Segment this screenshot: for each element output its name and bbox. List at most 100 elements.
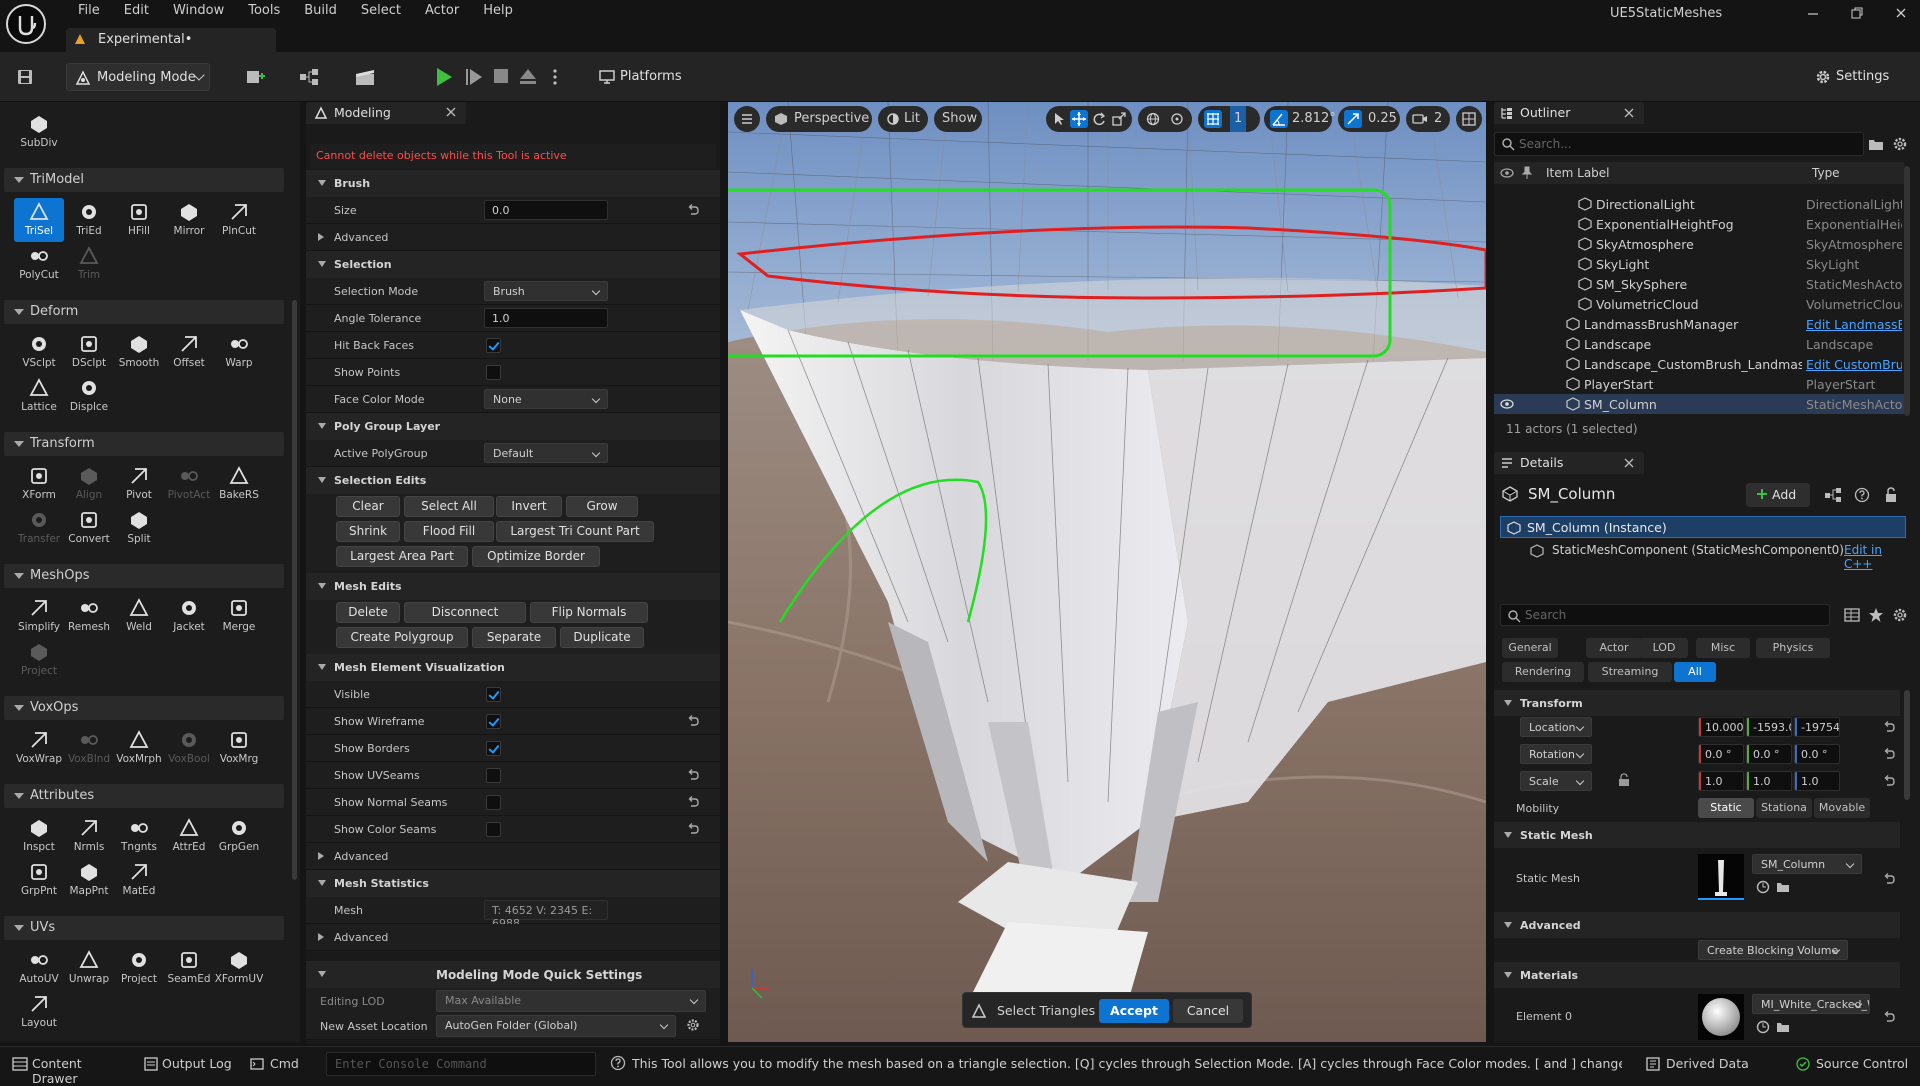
lit-button[interactable]: Lit (878, 106, 928, 132)
edit-action-button[interactable]: Separate (472, 627, 556, 648)
quick-settings-header[interactable]: Modeling Mode Quick Settings (306, 961, 720, 988)
menu-build[interactable]: Build (292, 3, 349, 18)
property-checkbox[interactable] (486, 822, 501, 837)
add-actor-icon[interactable] (244, 66, 266, 88)
palette-section-header[interactable]: Transform (4, 432, 284, 456)
tool-xform[interactable]: XForm (14, 462, 64, 506)
tool-nrmls[interactable]: Nrmls (64, 814, 114, 858)
edit-cpp-link[interactable]: Edit in C++ (1844, 543, 1906, 571)
surface-snap-icon[interactable] (1170, 112, 1184, 126)
transform-x-input[interactable]: 0.0 ° (1698, 744, 1744, 764)
outliner-row-skyatmosphere[interactable]: SkyAtmosphere SkyAtmosphere (1494, 234, 1904, 254)
modeling-tab[interactable]: Modeling (306, 102, 466, 124)
show-button[interactable]: Show (934, 106, 982, 132)
property-dropdown[interactable]: None (484, 389, 608, 409)
blueprint-icon[interactable] (298, 66, 320, 88)
outliner-row-skylight[interactable]: SkyLight SkyLight (1494, 254, 1904, 274)
transform-z-input[interactable]: 1.0 (1794, 771, 1840, 791)
rotate-icon[interactable] (1092, 112, 1106, 126)
tool-vsclpt[interactable]: VSclpt (14, 330, 64, 374)
tool-tngnts[interactable]: Tngnts (114, 814, 164, 858)
property-section-header[interactable]: Mesh Statistics (306, 870, 720, 897)
scale-lock-icon[interactable] (1618, 773, 1632, 787)
tool-tried[interactable]: TriEd (64, 198, 114, 242)
property-section-header[interactable]: Brush (306, 170, 720, 197)
folder-browse-icon[interactable] (1776, 880, 1790, 894)
outliner-row-playerstart[interactable]: PlayerStart PlayerStart (1494, 374, 1904, 394)
material-browse-icon[interactable] (1756, 1020, 1770, 1034)
tool-smooth[interactable]: Smooth (114, 330, 164, 374)
tool-dsclpt[interactable]: DSclpt (64, 330, 114, 374)
tool-grppnt[interactable]: GrpPnt (14, 858, 64, 902)
outliner-row-directionallight[interactable]: DirectionalLight DirectionalLight (1494, 194, 1904, 214)
tool-remesh[interactable]: Remesh (64, 594, 114, 638)
tool-split[interactable]: Split (114, 506, 164, 550)
create-blocking-volume-dropdown[interactable]: Create Blocking Volume (1698, 940, 1848, 960)
save-icon[interactable] (16, 68, 34, 86)
category-streaming[interactable]: Streaming (1588, 662, 1672, 682)
play-icon[interactable] (434, 66, 454, 88)
property-checkbox[interactable] (486, 714, 501, 729)
tool-lattice[interactable]: Lattice (14, 374, 64, 418)
tool-autouv[interactable]: AutoUV (14, 946, 64, 990)
tool-merge[interactable]: Merge (214, 594, 264, 638)
reset-arrow-icon[interactable] (686, 822, 700, 836)
reset-arrow-icon[interactable] (1882, 1010, 1896, 1024)
outliner-row-partial[interactable] (1494, 176, 1904, 184)
select-cursor-icon[interactable] (1052, 112, 1066, 126)
tool-polycut[interactable]: PolyCut (14, 242, 64, 286)
reset-arrow-icon[interactable] (1882, 720, 1896, 734)
tool-project[interactable]: Project (114, 946, 164, 990)
reset-arrow-icon[interactable] (1882, 774, 1896, 788)
outliner-row-exponentialheightfog[interactable]: ExponentialHeightFog ExponentialHeigl (1494, 214, 1904, 234)
tool-subdiv[interactable]: SubDiv (14, 110, 64, 154)
edit-action-button[interactable]: Optimize Border (472, 546, 600, 567)
details-search-input[interactable]: Search (1500, 604, 1830, 626)
mobility-option[interactable]: Stationa (1756, 798, 1812, 818)
close-details-icon[interactable] (1624, 458, 1634, 468)
edit-action-button[interactable]: Flood Fill (404, 521, 494, 542)
tool-mirror[interactable]: Mirror (164, 198, 214, 242)
details-settings-gear-icon[interactable] (1892, 607, 1908, 623)
transform-x-input[interactable]: 10.0001 (1698, 717, 1744, 737)
material-dropdown[interactable]: MI_White_Cracked_Wa (1752, 994, 1870, 1014)
menu-select[interactable]: Select (349, 3, 413, 18)
tool-displce[interactable]: Displce (64, 374, 114, 418)
outliner-settings-gear-icon[interactable] (1892, 136, 1908, 152)
menu-window[interactable]: Window (161, 3, 236, 18)
palette-section-header[interactable]: MeshOps (4, 564, 284, 588)
eject-icon[interactable] (518, 66, 538, 86)
property-section-header[interactable]: Selection Edits (306, 467, 720, 494)
outliner-scrollbar[interactable] (1904, 166, 1910, 416)
property-value-input[interactable]: 1.0 (484, 308, 608, 328)
edit-action-button[interactable]: Select All (404, 496, 494, 517)
outliner-item-type[interactable]: Edit LandmassB (1806, 317, 1902, 332)
edit-action-button[interactable]: Create Polygroup (336, 627, 468, 648)
tool-pivot[interactable]: Pivot (114, 462, 164, 506)
edit-action-button[interactable]: Shrink (336, 521, 400, 542)
tool-trisel[interactable]: TriSel (14, 198, 64, 242)
scale-snap-group[interactable]: 0.25 (1338, 106, 1400, 132)
palette-section-header[interactable]: Attributes (4, 784, 284, 808)
edit-action-button[interactable]: Largest Area Part (336, 546, 468, 567)
transform-z-input[interactable]: 0.0 ° (1794, 744, 1840, 764)
reset-arrow-icon[interactable] (686, 795, 700, 809)
property-checkbox[interactable] (486, 768, 501, 783)
accept-button[interactable]: Accept (1099, 999, 1169, 1023)
quick-setting-dropdown[interactable]: AutoGen Folder (Global) (436, 1015, 676, 1037)
property-section-header[interactable]: Poly Group Layer (306, 413, 720, 440)
tool-voxmrph[interactable]: VoxMrph (114, 726, 164, 770)
outliner-row-sm_skysphere[interactable]: SM_SkySphere StaticMeshActor (1494, 274, 1904, 294)
category-misc[interactable]: Misc (1696, 638, 1750, 658)
source-control-button[interactable]: Source Control (1790, 1053, 1916, 1075)
reset-arrow-icon[interactable] (686, 768, 700, 782)
edit-action-button[interactable]: Disconnect (404, 602, 526, 623)
restore-icon[interactable] (1850, 6, 1864, 20)
tool-warp[interactable]: Warp (214, 330, 264, 374)
perspective-button[interactable]: Perspective (766, 106, 872, 132)
category-general[interactable]: General (1502, 638, 1558, 658)
reset-arrow-icon[interactable] (1882, 872, 1896, 886)
property-checkbox[interactable] (486, 687, 501, 702)
tool-unwrap[interactable]: Unwrap (64, 946, 114, 990)
tool-grpgen[interactable]: GrpGen (214, 814, 264, 858)
